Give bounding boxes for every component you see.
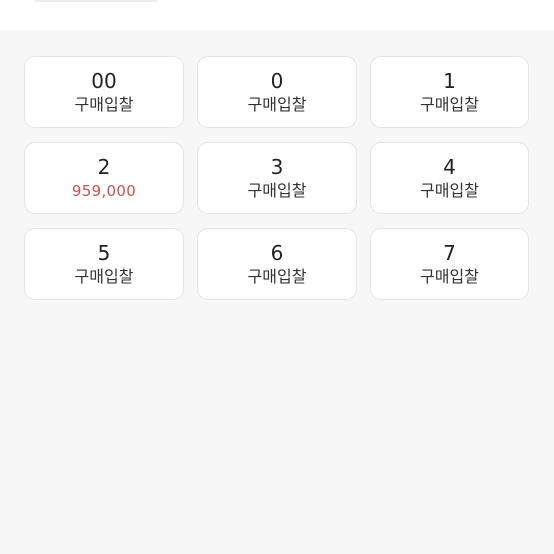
size-label: 3 (270, 154, 284, 179)
size-option-1[interactable]: 1 구매입찰 (370, 56, 529, 128)
size-option-4[interactable]: 4 구매입찰 (370, 142, 529, 214)
size-option-3[interactable]: 3 구매입찰 (197, 142, 357, 214)
size-option-5[interactable]: 5 구매입찰 (24, 228, 184, 300)
size-label: 0 (270, 68, 284, 93)
size-label: 2 (97, 154, 111, 179)
top-pill (33, 0, 159, 2)
size-label: 00 (91, 68, 117, 93)
price-label: 959,000 (71, 181, 137, 200)
size-label: 4 (443, 154, 456, 179)
bid-label: 구매입찰 (247, 94, 307, 114)
size-label: 6 (270, 240, 284, 265)
size-option-00[interactable]: 00 구매입찰 (24, 56, 184, 128)
bid-label: 구매입찰 (420, 266, 479, 286)
bid-label: 구매입찰 (74, 94, 134, 114)
bid-label: 구매입찰 (247, 180, 307, 200)
size-option-2[interactable]: 2 959,000 (24, 142, 184, 214)
size-option-grid: 00 구매입찰 0 구매입찰 1 구매입찰 2 959,000 3 구매입찰 4… (24, 56, 529, 300)
size-label: 7 (443, 240, 456, 265)
bid-label: 구매입찰 (420, 94, 479, 114)
size-option-0[interactable]: 0 구매입찰 (197, 56, 357, 128)
size-label: 5 (97, 240, 111, 265)
top-bar (0, 0, 554, 30)
bid-label: 구매입찰 (74, 266, 134, 286)
bid-label: 구매입찰 (420, 180, 479, 200)
size-option-7[interactable]: 7 구매입찰 (370, 228, 529, 300)
size-label: 1 (443, 68, 456, 93)
bid-label: 구매입찰 (247, 266, 307, 286)
size-selection-panel: 00 구매입찰 0 구매입찰 1 구매입찰 2 959,000 3 구매입찰 4… (0, 30, 554, 554)
size-option-6[interactable]: 6 구매입찰 (197, 228, 357, 300)
